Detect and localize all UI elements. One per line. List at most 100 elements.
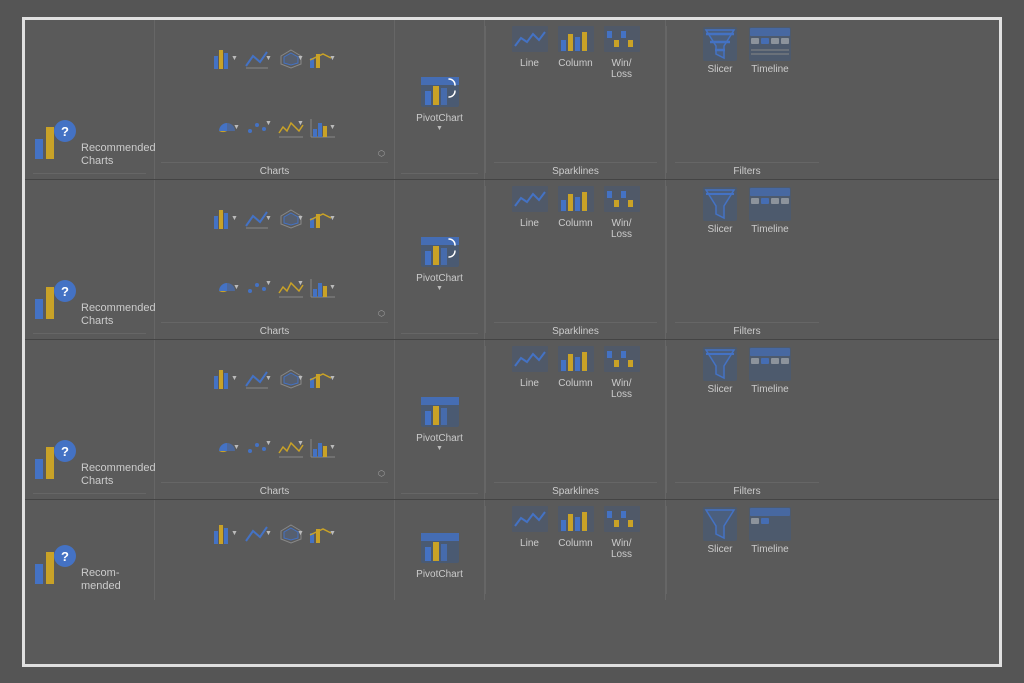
svg-text:▼: ▼	[265, 530, 272, 537]
svg-text:▼: ▼	[329, 124, 336, 131]
svg-text:▼: ▼	[329, 215, 336, 222]
charts-section-2: ▼ ▼ ▼ ▼ ▼ ▼ ▼ ▼ Charts ⬡	[155, 180, 395, 339]
scatter-chart-btn-2[interactable]: ▼	[212, 276, 242, 300]
sparklines-section-2: Line Column Win/ Loss Sparklines	[486, 180, 666, 339]
area-chart-btn-2[interactable]: ▼	[244, 276, 274, 300]
filters-content: Slicer	[702, 26, 792, 162]
sparklines-content: Line Column	[512, 26, 640, 162]
ribbon-row-2: ? Recommended Charts ▼ ▼ ▼ ▼ ▼ ▼ ▼ ▼ Cha…	[25, 180, 999, 340]
ribbon-container: ? Recommended Charts ▼ ▼	[22, 17, 1002, 667]
sparkline-line-btn-2[interactable]: Line	[512, 186, 548, 229]
combo-chart-btn-2[interactable]: ▼	[308, 207, 338, 231]
radar-chart-btn-2[interactable]: ▼	[276, 207, 306, 231]
bar-chart-btn-2[interactable]: ▼	[212, 207, 242, 231]
sparkline-winloss-btn-2[interactable]: Win/ Loss	[604, 186, 640, 240]
recommended-charts-icon-3[interactable]: ?	[33, 437, 77, 489]
slicer-btn-3[interactable]: Slicer	[702, 346, 738, 395]
sparkline-line-btn-4[interactable]: Line	[512, 506, 548, 549]
recommended-charts-section-4: ? Recom- mended	[25, 500, 155, 600]
sparklines-section-4: Line Column Win/ Loss	[486, 500, 666, 600]
svg-text:▼: ▼	[265, 215, 272, 222]
pivot-chart-btn-4[interactable]: PivotChart	[410, 521, 469, 585]
svg-text:▼: ▼	[297, 440, 304, 447]
histogram-btn[interactable]: ▼	[308, 116, 338, 140]
charts-section-4: ▼ ▼ ▼ ▼	[155, 500, 395, 600]
charts-expand-btn-3[interactable]: ⬡	[378, 469, 390, 481]
area-chart-btn-3[interactable]: ▼	[244, 436, 274, 460]
sparkline-column-btn[interactable]: Column	[558, 26, 594, 69]
recommended-charts-icon-2[interactable]: ?	[33, 277, 77, 329]
combo-chart-btn[interactable]: ▼	[308, 47, 338, 71]
bar-chart-btn[interactable]: ▼	[212, 47, 242, 71]
sparklines-section-label: Sparklines	[494, 162, 657, 177]
timeline-btn-3[interactable]: Timeline	[748, 346, 792, 395]
pivot-chart-btn-3[interactable]: PivotChart ▼	[410, 385, 469, 456]
timeline-btn[interactable]: Timeline	[748, 26, 792, 75]
line-chart-btn-2[interactable]: ▼	[244, 207, 274, 231]
sparkline-winloss-btn-3[interactable]: Win/ Loss	[604, 346, 640, 400]
charts-expand-btn[interactable]: ⬡	[378, 149, 390, 161]
radar-chart-btn-4[interactable]: ▼	[276, 522, 306, 546]
line-chart-btn[interactable]: ▼	[244, 47, 274, 71]
svg-text:▼: ▼	[265, 280, 272, 287]
histogram-btn-2[interactable]: ▼	[308, 276, 338, 300]
pivot-chart-btn[interactable]: PivotChart ▼	[410, 65, 469, 136]
sparkline-line-btn-3[interactable]: Line	[512, 346, 548, 389]
sparkline-winloss-btn[interactable]: Win/ Loss	[604, 26, 640, 80]
sparklines-section-3: Line Column Win/ Loss Sparklines	[486, 340, 666, 499]
sparklines-section: Line Column	[486, 20, 666, 179]
line-chart-btn-3[interactable]: ▼	[244, 367, 274, 391]
slicer-label: Slicer	[707, 64, 732, 75]
charts-grid: ▼ ▼ ▼ ▼	[212, 26, 338, 162]
charts-section-3: ▼ ▼ ▼ ▼ ▼ ▼ ▼ ▼ Charts ⬡	[155, 340, 395, 499]
svg-text:▼: ▼	[231, 215, 238, 222]
svg-text:▼: ▼	[233, 284, 240, 291]
bar-chart-btn-4[interactable]: ▼	[212, 522, 242, 546]
svg-text:▼: ▼	[329, 444, 336, 451]
filters-section: Slicer	[667, 20, 827, 179]
charts-section-label-rec	[33, 173, 146, 177]
timeline-btn-2[interactable]: Timeline	[748, 186, 792, 235]
charts-expand-btn-2[interactable]: ⬡	[378, 309, 390, 321]
timeline-btn-4[interactable]: Timeline	[748, 506, 792, 555]
svg-text:?: ?	[61, 124, 69, 139]
ribbon-row-4: ? Recom- mended ▼ ▼ ▼ ▼ PivotChart	[25, 500, 999, 600]
combo-chart-btn-3[interactable]: ▼	[308, 367, 338, 391]
recommended-charts-icon[interactable]: ?	[33, 117, 77, 169]
sparkline-line-label: Line	[520, 58, 539, 69]
area-chart-btn[interactable]: ▼	[244, 116, 274, 140]
svg-text:▼: ▼	[265, 120, 272, 127]
recommended-charts-label-2: Recommended Charts	[81, 302, 156, 328]
scatter-chart-btn[interactable]: ▼	[212, 116, 242, 140]
radar-chart-btn-3[interactable]: ▼	[276, 367, 306, 391]
slicer-btn[interactable]: Slicer	[702, 26, 738, 75]
sparkline-column-btn-2[interactable]: Column	[558, 186, 594, 229]
histogram-btn-3[interactable]: ▼	[308, 436, 338, 460]
filters-section-2: Slicer Timeline Filters	[667, 180, 827, 339]
sparkline-column-btn-4[interactable]: Column	[558, 506, 594, 549]
radar-chart-btn[interactable]: ▼	[276, 47, 306, 71]
recommended-charts-label: Recommended Charts	[81, 142, 156, 168]
combo-chart-btn-4[interactable]: ▼	[308, 522, 338, 546]
slicer-btn-4[interactable]: Slicer	[702, 506, 738, 555]
pivot-chart-btn-2[interactable]: PivotChart ▼	[410, 225, 469, 296]
pivot-chart-label: PivotChart	[416, 113, 463, 125]
charts-section: ▼ ▼ ▼ ▼	[155, 20, 395, 179]
filters-section-label: Filters	[675, 162, 819, 177]
pivot-chart-section-4: PivotChart	[395, 500, 485, 600]
svg-text:▼: ▼	[329, 284, 336, 291]
sparkline-column-btn-3[interactable]: Column	[558, 346, 594, 389]
recommended-charts-icon-4[interactable]: ?	[33, 542, 77, 594]
svg-text:?: ?	[61, 444, 69, 459]
line-chart-btn-4[interactable]: ▼	[244, 522, 274, 546]
map-chart-btn-2[interactable]: ▼	[276, 276, 306, 300]
map-chart-btn-3[interactable]: ▼	[276, 436, 306, 460]
sparkline-line-btn[interactable]: Line	[512, 26, 548, 69]
svg-text:▼: ▼	[265, 440, 272, 447]
slicer-btn-2[interactable]: Slicer	[702, 186, 738, 235]
map-chart-btn[interactable]: ▼	[276, 116, 306, 140]
charts-section-label-2: Charts	[161, 322, 388, 337]
sparkline-winloss-btn-4[interactable]: Win/ Loss	[604, 506, 640, 560]
bar-chart-btn-3[interactable]: ▼	[212, 367, 242, 391]
scatter-chart-btn-3[interactable]: ▼	[212, 436, 242, 460]
